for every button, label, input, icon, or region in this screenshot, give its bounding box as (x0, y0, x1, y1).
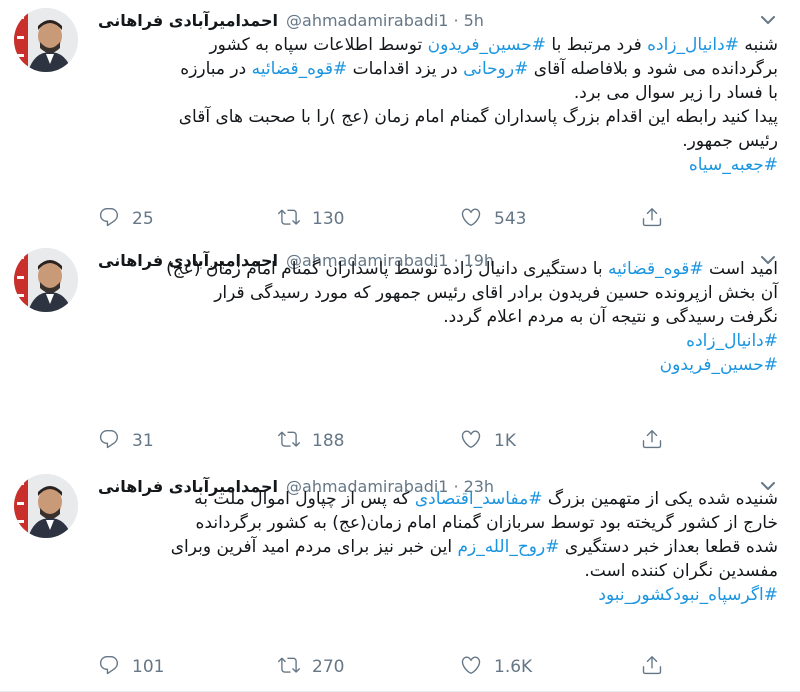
tweet-actions: 31 188 1K (98, 428, 738, 454)
retweet-icon (278, 206, 312, 233)
reply-button[interactable]: 31 (98, 428, 154, 454)
hashtag-link[interactable]: #قوه_قضائیه (608, 259, 704, 279)
retweet-button[interactable]: 270 (278, 654, 344, 680)
tweet-text-line: #اگرسپاه_نبودکشور_نبود (98, 583, 778, 607)
tweet-text-line: مفسدین نگران کننده است. (98, 559, 778, 583)
heart-icon (460, 654, 494, 681)
hashtag-link[interactable]: #روح_الله_زم (457, 537, 559, 557)
tweet-text-line: پیدا کنید رابطه این اقدام بزرگ پاسداران … (98, 105, 778, 129)
text-segment: پیدا کنید رابطه این اقدام بزرگ پاسداران … (178, 107, 778, 127)
retweet-button[interactable]: 130 (278, 206, 344, 232)
hashtag-link[interactable]: #قوه_قضائیه (252, 59, 348, 79)
retweet-button[interactable]: 188 (278, 428, 344, 454)
hashtag-link[interactable]: #روحانی (463, 59, 528, 79)
reply-button[interactable]: 25 (98, 206, 154, 232)
like-count: 1.6K (494, 657, 533, 677)
share-icon (641, 428, 675, 455)
share-icon (641, 654, 675, 681)
share-button[interactable] (641, 206, 675, 232)
tweet[interactable]: احمدامیرآبادی فراهانی @ahmadamirabadi1 ·… (0, 466, 800, 692)
retweet-icon (278, 428, 312, 455)
tweet-text-line: #جعبه_سیاه (98, 153, 778, 177)
retweet-count: 130 (312, 209, 345, 229)
hashtag-link[interactable]: #دانیال_زاده (686, 331, 778, 351)
tweet-text-line: خارج از کشور گریخته بود توسط سربازان گمن… (98, 511, 778, 535)
text-segment: شنبه (738, 35, 778, 55)
tweet-text: شنبه #دانیال_زاده فرد مرتبط با #حسین_فری… (98, 33, 778, 177)
text-segment: رئیس جمهور. (682, 131, 778, 151)
like-button[interactable]: 543 (460, 206, 526, 232)
text-segment: در مبارزه (180, 59, 252, 79)
like-count: 543 (494, 209, 527, 229)
like-button[interactable]: 1K (460, 428, 516, 454)
hashtag-link[interactable]: #مفاسد_اقتصادی (415, 489, 543, 509)
hashtag-link[interactable]: #دانیال_زاده (647, 35, 739, 55)
tweet-text-line: امید است #قوه_قضائیه با دستگیری دانیال ز… (98, 257, 778, 281)
text-segment: توسط اطلاعات سپاه به کشور (209, 35, 428, 55)
reply-icon (98, 654, 132, 681)
avatar[interactable] (14, 248, 78, 312)
text-segment: مفسدین نگران کننده است. (584, 561, 778, 581)
tweet-text-line: برگردانده می شود و بلافاصله آقای #روحانی… (98, 57, 778, 81)
author-handle[interactable]: @ahmadamirabadi1 (286, 11, 448, 30)
retweet-icon (278, 654, 312, 681)
tweet-text-line: شنیده شده یکی از متهمین بزرگ #مفاسد_اقتص… (98, 487, 778, 511)
tweet-text: امید است #قوه_قضائیه با دستگیری دانیال ز… (98, 257, 778, 377)
text-segment: شده قطعا بعداز خبر دستگیری (559, 537, 778, 557)
separator-dot: · (453, 10, 459, 30)
tweet-text-line: شنبه #دانیال_زاده فرد مرتبط با #حسین_فری… (98, 33, 778, 57)
tweet-header: احمدامیرآبادی فراهانی @ahmadamirabadi1 ·… (98, 8, 750, 32)
heart-icon (460, 428, 494, 455)
share-button[interactable] (641, 428, 675, 454)
text-segment: فرد مرتبط با (546, 35, 648, 55)
retweet-count: 188 (312, 431, 345, 451)
text-segment: آن بخش ازپرونده حسین فریدون برادر اقای ر… (214, 283, 778, 303)
tweet-text-line: #حسین_فریدون (98, 353, 778, 377)
tweet[interactable]: احمدامیرآبادی فراهانی @ahmadamirabadi1 ·… (0, 0, 800, 241)
like-button[interactable]: 1.6K (460, 654, 532, 680)
text-segment: خارج از کشور گریخته بود توسط سربازان گمن… (195, 513, 778, 533)
hashtag-link[interactable]: #جعبه_سیاه (689, 155, 778, 175)
text-segment: نگرفت رسیدگی و نتیجه آن به مردم اعلام گر… (443, 307, 778, 327)
hashtag-link[interactable]: #اگرسپاه_نبودکشور_نبود (598, 585, 778, 605)
text-segment: این خبر نیز برای مردم امید آفرین وبرای (170, 537, 458, 557)
tweet-text-line: با فساد را زیر سوال می برد. (98, 81, 778, 105)
author-name[interactable]: احمدامیرآبادی فراهانی (98, 11, 278, 30)
hashtag-link[interactable]: #حسین_فریدون (660, 355, 778, 375)
share-icon (641, 206, 675, 233)
avatar[interactable] (14, 474, 78, 538)
avatar[interactable] (14, 8, 78, 72)
share-button[interactable] (641, 654, 675, 680)
text-segment: با فساد را زیر سوال می برد. (573, 83, 778, 103)
reply-icon (98, 428, 132, 455)
reply-button[interactable]: 101 (98, 654, 164, 680)
tweet-actions: 25 130 543 (98, 206, 738, 232)
heart-icon (460, 206, 494, 233)
text-segment: شنیده شده یکی از متهمین بزرگ (542, 489, 778, 509)
tweet-text-line: #دانیال_زاده (98, 329, 778, 353)
timestamp[interactable]: 5h (464, 11, 484, 30)
reply-count: 25 (132, 209, 154, 229)
text-segment: که پس از چپاول اموال ملت به (194, 489, 415, 509)
tweet-text-line: شده قطعا بعداز خبر دستگیری #روح_الله_زم … (98, 535, 778, 559)
tweet-text-line: آن بخش ازپرونده حسین فریدون برادر اقای ر… (98, 281, 778, 305)
chevron-down-icon[interactable] (756, 8, 780, 32)
tweet-text-line: نگرفت رسیدگی و نتیجه آن به مردم اعلام گر… (98, 305, 778, 329)
text-segment: امید است (703, 259, 778, 279)
tweet-text-line: رئیس جمهور. (98, 129, 778, 153)
hashtag-link[interactable]: #حسین_فریدون (428, 35, 546, 55)
tweet-text: شنیده شده یکی از متهمین بزرگ #مفاسد_اقتص… (98, 487, 778, 607)
text-segment: با دستگیری دانیال زاده توسط پاسداران گمن… (166, 259, 609, 279)
reply-count: 31 (132, 431, 154, 451)
retweet-count: 270 (312, 657, 345, 677)
reply-icon (98, 206, 132, 233)
like-count: 1K (494, 431, 516, 451)
tweet-actions: 101 270 1.6K (98, 654, 738, 680)
text-segment: در یزد اقدامات (347, 59, 464, 79)
text-segment: برگردانده می شود و بلافاصله آقای (528, 59, 778, 79)
reply-count: 101 (132, 657, 165, 677)
tweet[interactable]: احمدامیرآبادی فراهانی @ahmadamirabadi1 ·… (0, 240, 800, 467)
